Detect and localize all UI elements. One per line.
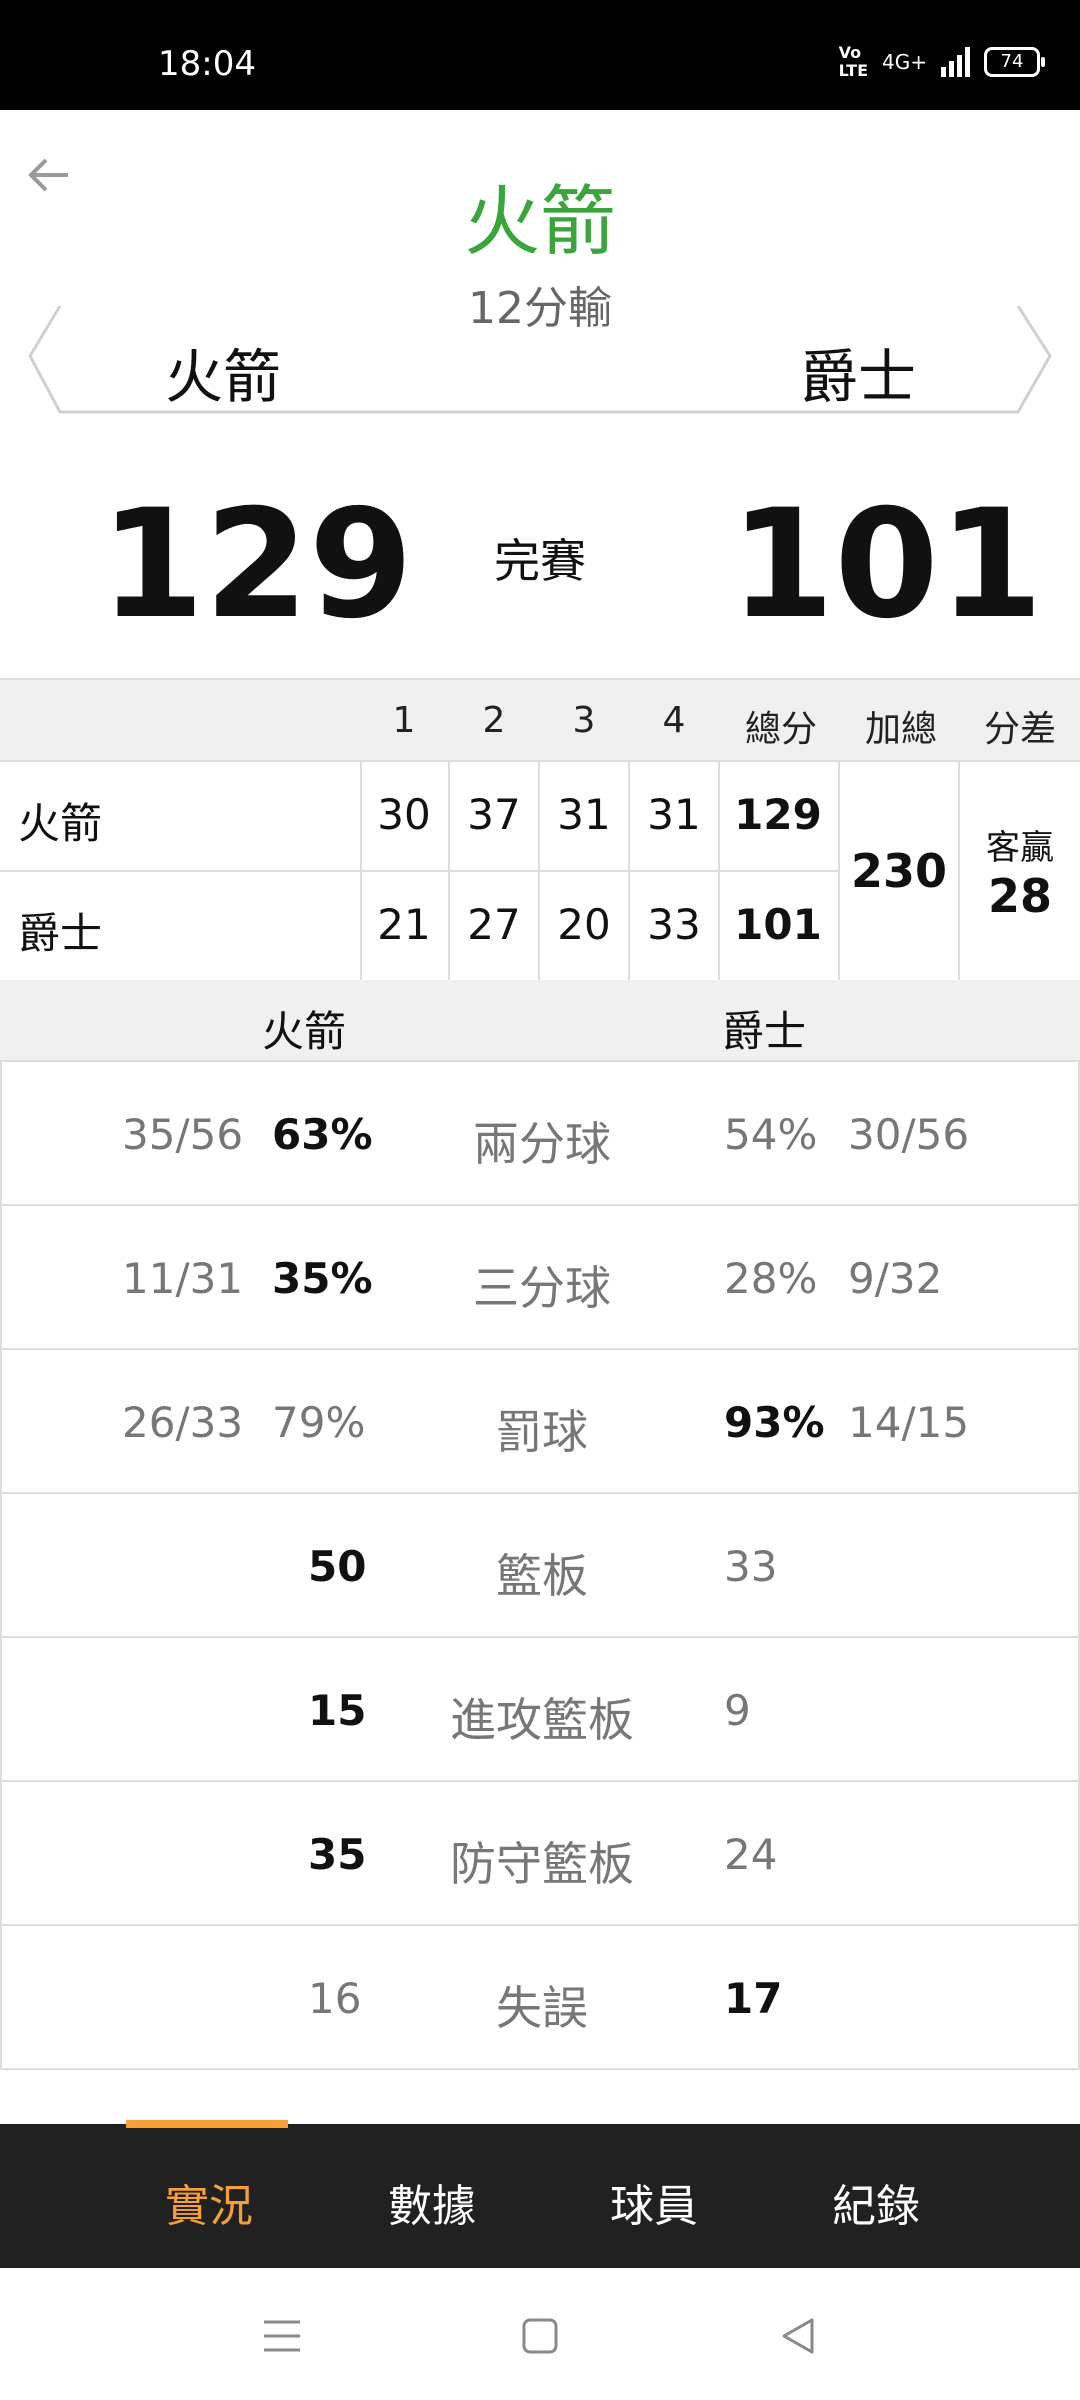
list-item: 15 進攻籃板 9 [0,1638,1080,1782]
away-value: 54% [724,1110,818,1159]
tab-live[interactable]: 實況 [165,2170,253,2234]
away-fraction: 9/32 [848,1254,943,1303]
away-value: 17 [724,1974,783,2023]
list-item: 35/56 63% 兩分球 54% 30/56 [0,1062,1080,1206]
team-stats-header: 火箭 爵士 [0,980,1080,1062]
home-icon[interactable] [520,2316,560,2356]
stats-away-team: 爵士 [722,1007,807,1056]
quarter-body: 火箭 30 37 31 31 129 爵士 21 27 20 33 101 23… [0,760,1080,984]
tab-records[interactable]: 紀錄 [832,2170,920,2234]
away-fraction: 30/56 [848,1110,970,1159]
q4-score: 33 [647,900,701,949]
battery-icon: 74 [984,47,1045,77]
away-value: 9 [724,1686,751,1735]
home-team-name[interactable]: 火箭 [165,330,281,414]
point-diff: 客贏 28 [960,762,1080,980]
menu-icon[interactable] [262,2316,302,2356]
away-team-name[interactable]: 爵士 [800,330,916,414]
away-value: 93% [724,1398,825,1447]
q2-score: 37 [467,790,521,839]
header-diff: 分差 [983,709,1056,750]
back-triangle-icon[interactable] [778,2316,818,2356]
diff-label: 客贏 [986,827,1054,868]
header-q1: 1 [392,700,416,741]
battery-level: 74 [1000,51,1024,72]
row-team: 爵士 [18,909,103,958]
total-score: 101 [734,900,822,949]
status-icons: Vo LTE 4G+ 74 [838,43,1045,80]
table-row: 爵士 21 27 20 33 101 [0,872,838,980]
list-item: 50 籃板 33 [0,1494,1080,1638]
list-item: 26/33 79% 罰球 93% 14/15 [0,1350,1080,1494]
table-row: 火箭 30 37 31 31 129 [0,762,838,870]
total-score: 129 [734,790,822,839]
away-value: 28% [724,1254,818,1303]
signal-icon [941,47,970,77]
stat-category: 失誤 [496,1981,588,2035]
header-combined: 加總 [864,709,937,750]
away-fraction: 14/15 [848,1398,970,1447]
status-bar: 18:04 Vo LTE 4G+ 74 [0,0,1080,110]
volte-icon: Vo LTE [838,43,869,80]
away-value: 33 [724,1542,778,1591]
quarter-score-table: 1 2 3 4 總分 加總 分差 火箭 30 37 31 31 129 爵士 2… [0,678,1080,984]
header-q4: 4 [662,700,686,741]
list-item: 35 防守籃板 24 [0,1782,1080,1926]
header-q3: 3 [572,700,596,741]
away-score: 101 [730,478,1044,652]
network-type: 4G+ [882,50,927,74]
bottom-tab-bar: 實況 數據 球員 紀錄 [0,2124,1080,2268]
q1-score: 21 [377,900,431,949]
header-total: 總分 [744,709,817,750]
active-tab-indicator [126,2120,288,2128]
winner-team: 火箭 [464,177,616,266]
q2-score: 27 [467,900,521,949]
combined-score: 230 [850,844,948,898]
stat-category: 防守籃板 [450,1837,634,1891]
quarter-header: 1 2 3 4 總分 加總 分差 [0,678,1080,760]
away-value: 24 [724,1830,778,1879]
list-item: 16 失誤 17 [0,1926,1080,2070]
row-divider [0,870,838,872]
q3-score: 31 [557,790,611,839]
q3-score: 20 [557,900,611,949]
system-nav-bar [0,2268,1080,2400]
stats-home-team: 火箭 [262,1007,347,1056]
tab-players[interactable]: 球員 [610,2170,698,2234]
status-time: 18:04 [158,44,256,84]
list-item: 11/31 35% 三分球 28% 9/32 [0,1206,1080,1350]
stat-category: 籃板 [496,1549,588,1603]
header-q2: 2 [482,700,506,741]
stat-category: 進攻籃板 [450,1693,634,1747]
diff-value: 28 [987,868,1052,923]
row-team: 火箭 [18,799,103,848]
team-stats-list: 35/56 63% 兩分球 54% 30/56 11/31 35% 三分球 28… [0,1062,1080,2070]
q1-score: 30 [377,790,431,839]
q4-score: 31 [647,790,701,839]
tab-stats[interactable]: 數據 [388,2170,476,2234]
